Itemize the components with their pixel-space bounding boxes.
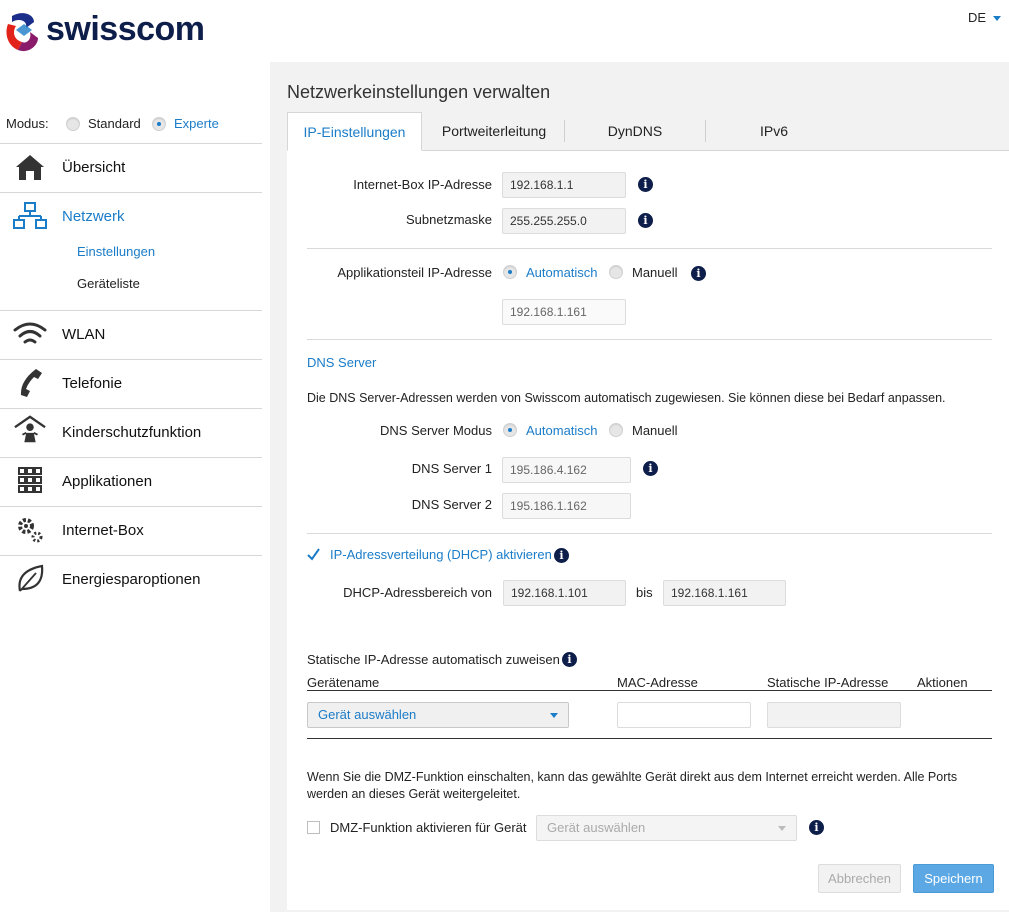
dns-mode-manual-label[interactable]: Manuell [632,423,678,438]
sidebar-item-label: Internet-Box [62,522,144,539]
info-icon[interactable]: i [809,820,824,835]
wifi-icon [13,322,47,344]
info-icon[interactable]: i [562,652,577,667]
dns1-field[interactable]: 195.186.4.162 [502,457,631,483]
divider [307,339,992,340]
dmz-info-text: Wenn Sie die DMZ-Funktion einschalten, k… [307,770,958,801]
sidebar-item-label: WLAN [62,326,106,343]
column-header-mac: MAC-Adresse [617,675,698,690]
tab-dyndns[interactable]: DynDNS [565,112,705,151]
dmz-checkbox[interactable] [307,821,320,834]
sidebar-item-label: Energiesparoptionen [62,571,201,588]
tab-ipv6[interactable]: IPv6 [706,112,842,151]
dns2-label: DNS Server 2 [411,497,492,512]
sidebar-item-label: Netzwerk [62,208,125,225]
dhcp-range-label: DHCP-Adressbereich von [343,585,492,600]
chevron-down-icon [550,713,558,718]
header: swisscom DE [0,0,1009,62]
divider [0,506,262,507]
dhcp-checkbox[interactable] [307,548,320,561]
device-select[interactable]: Gerät auswählen [307,702,569,728]
sidebar-item-label: Übersicht [62,159,126,176]
info-icon[interactable]: i [554,548,569,563]
app-ip-auto-radio[interactable] [503,265,517,279]
mac-address-input[interactable] [617,702,751,728]
divider [0,457,262,458]
dns-mode-label: DNS Server Modus [380,423,492,438]
tab-ip-einstellungen[interactable]: IP-Einstellungen [287,112,422,151]
dmz-checkbox-label[interactable]: DMZ-Funktion aktivieren für Gerät [330,820,527,835]
dns-mode-manual-radio[interactable] [609,423,623,437]
box-ip-field[interactable]: 192.168.1.1 [502,172,626,198]
save-button[interactable]: Speichern [913,864,994,893]
column-header-geraetename: Gerätename [307,675,380,690]
divider [307,690,992,691]
network-icon [13,202,47,229]
subnet-label: Subnetzmaske [406,212,492,227]
divider [307,533,992,534]
info-icon[interactable]: i [638,177,653,192]
language-selector[interactable]: DE [968,10,986,25]
info-icon[interactable]: i [643,461,658,476]
divider [307,248,992,249]
home-icon [16,155,44,180]
mode-standard-label[interactable]: Standard [88,116,141,131]
subnet-field[interactable]: 255.255.255.0 [502,208,626,234]
sidebar-item-label: Applikationen [62,473,153,490]
static-ip-title: Statische IP-Adresse automatisch zuweise… [307,652,560,667]
dhcp-to-field[interactable]: 192.168.1.161 [663,580,786,606]
dns-mode-auto-radio[interactable] [503,423,517,437]
static-ip-input[interactable] [767,702,901,728]
divider [0,408,262,409]
column-header-static-ip: Statische IP-Adresse [767,675,889,690]
column-header-aktionen: Aktionen [917,675,968,690]
info-icon[interactable]: i [638,213,653,228]
divider [307,738,992,739]
tab-portweiterleitung[interactable]: Portweiterleitung [424,112,564,151]
chevron-down-icon [778,826,786,831]
sidebar-item-label: Kinderschutzfunktion [62,424,202,441]
mode-label: Modus: [6,116,49,131]
dns1-label: DNS Server 1 [411,461,492,476]
divider [0,555,262,556]
dhcp-checkbox-label[interactable]: IP-Adressverteilung (DHCP) aktivieren [330,547,552,562]
mode-expert-label[interactable]: Experte [174,116,219,131]
dns-info-text: Die DNS Server-Adressen werden von Swiss… [307,391,946,405]
dns-heading: DNS Server [307,355,377,370]
dns-mode-auto-label[interactable]: Automatisch [526,423,598,438]
subnav-geraeteliste[interactable]: Geräteliste [77,276,140,291]
app-ip-field[interactable]: 192.168.1.161 [502,299,626,325]
subnav-einstellungen[interactable]: Einstellungen [77,244,155,259]
dns2-field[interactable]: 195.186.1.162 [502,493,631,519]
divider [0,310,262,311]
checkmark-icon [307,548,320,561]
divider [0,143,262,144]
app-ip-auto-label[interactable]: Automatisch [526,265,598,280]
gears-icon [18,518,43,543]
phone-icon [20,369,42,397]
apps-grid-icon [18,467,42,493]
dmz-select-value: Gerät auswählen [547,820,646,835]
app-ip-manual-radio[interactable] [609,265,623,279]
app-ip-manual-label[interactable]: Manuell [632,265,678,280]
sidebar-item-label: Telefonie [62,375,123,392]
page-title: Netzwerkeinstellungen verwalten [287,82,551,102]
info-icon[interactable]: i [691,266,706,281]
leaf-icon [18,564,44,592]
chevron-down-icon[interactable] [993,16,1001,21]
dmz-device-select[interactable]: Gerät auswählen [536,815,797,841]
divider [0,359,262,360]
app-ip-label: Applikationsteil IP-Adresse [337,265,492,280]
brand-name: swisscom [46,10,205,48]
child-protection-icon [14,415,46,443]
cancel-button[interactable]: Abbrechen [818,864,901,893]
box-ip-label: Internet-Box IP-Adresse [353,177,492,192]
mode-standard-radio[interactable] [66,117,80,131]
dhcp-from-field[interactable]: 192.168.1.101 [503,580,626,606]
dhcp-to-label: bis [636,585,653,600]
device-select-value: Gerät auswählen [318,707,417,722]
swisscom-logo-icon [6,13,38,52]
mode-expert-radio[interactable] [152,117,166,131]
divider [0,192,262,193]
